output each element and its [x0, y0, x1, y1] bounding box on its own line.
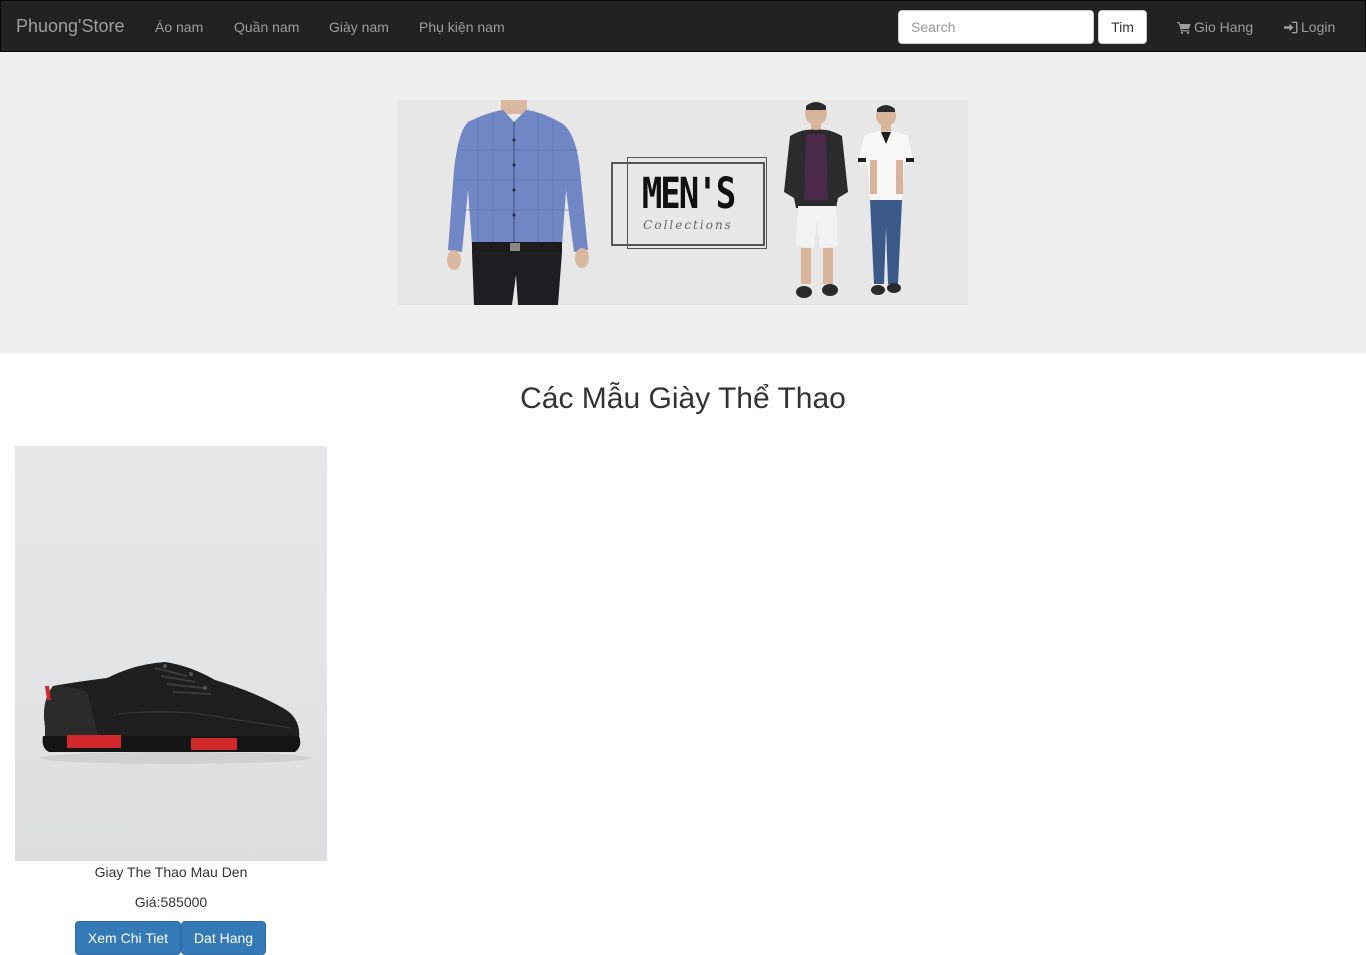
cart-label: Gio Hang [1194, 19, 1254, 35]
product-price: Giá:585000 [134, 894, 208, 910]
hero-jumbotron: MEN'S Collections [0, 52, 1366, 353]
login-link[interactable]: Login [1284, 18, 1335, 36]
nav-link-ao-nam[interactable]: Áo nam [155, 18, 203, 36]
cart-link[interactable]: Gio Hang [1177, 18, 1253, 36]
log-in-icon [1284, 21, 1298, 34]
mens-collection-banner: MEN'S Collections [398, 100, 968, 305]
black-sneaker-illustration [40, 662, 310, 764]
shopping-cart-icon [1177, 21, 1191, 34]
product-name: Giay The Thao Mau Den [94, 864, 248, 880]
login-label: Login [1301, 19, 1336, 35]
section-title: Các Mẫu Giày Thể Thao [520, 382, 846, 415]
mens-logo-title: MEN'S [641, 169, 736, 219]
mens-logo-subtitle: Collections [643, 218, 733, 232]
search-input[interactable] [898, 10, 1094, 44]
search-button[interactable]: Tim [1098, 10, 1147, 44]
brand-link[interactable]: Phuong'Store [16, 16, 125, 36]
nav-link-quan-nam[interactable]: Quần nam [234, 18, 299, 36]
top-navbar: Phuong'Store Áo nam Quần nam Giày nam Ph… [0, 0, 1366, 52]
view-detail-button[interactable]: Xem Chi Tiet [75, 921, 181, 955]
product-image[interactable] [15, 446, 327, 861]
nav-link-phu-kien-nam[interactable]: Phụ kiện nam [419, 18, 505, 36]
nav-link-giay-nam[interactable]: Giày nam [329, 18, 389, 36]
order-button[interactable]: Dat Hang [181, 921, 266, 955]
